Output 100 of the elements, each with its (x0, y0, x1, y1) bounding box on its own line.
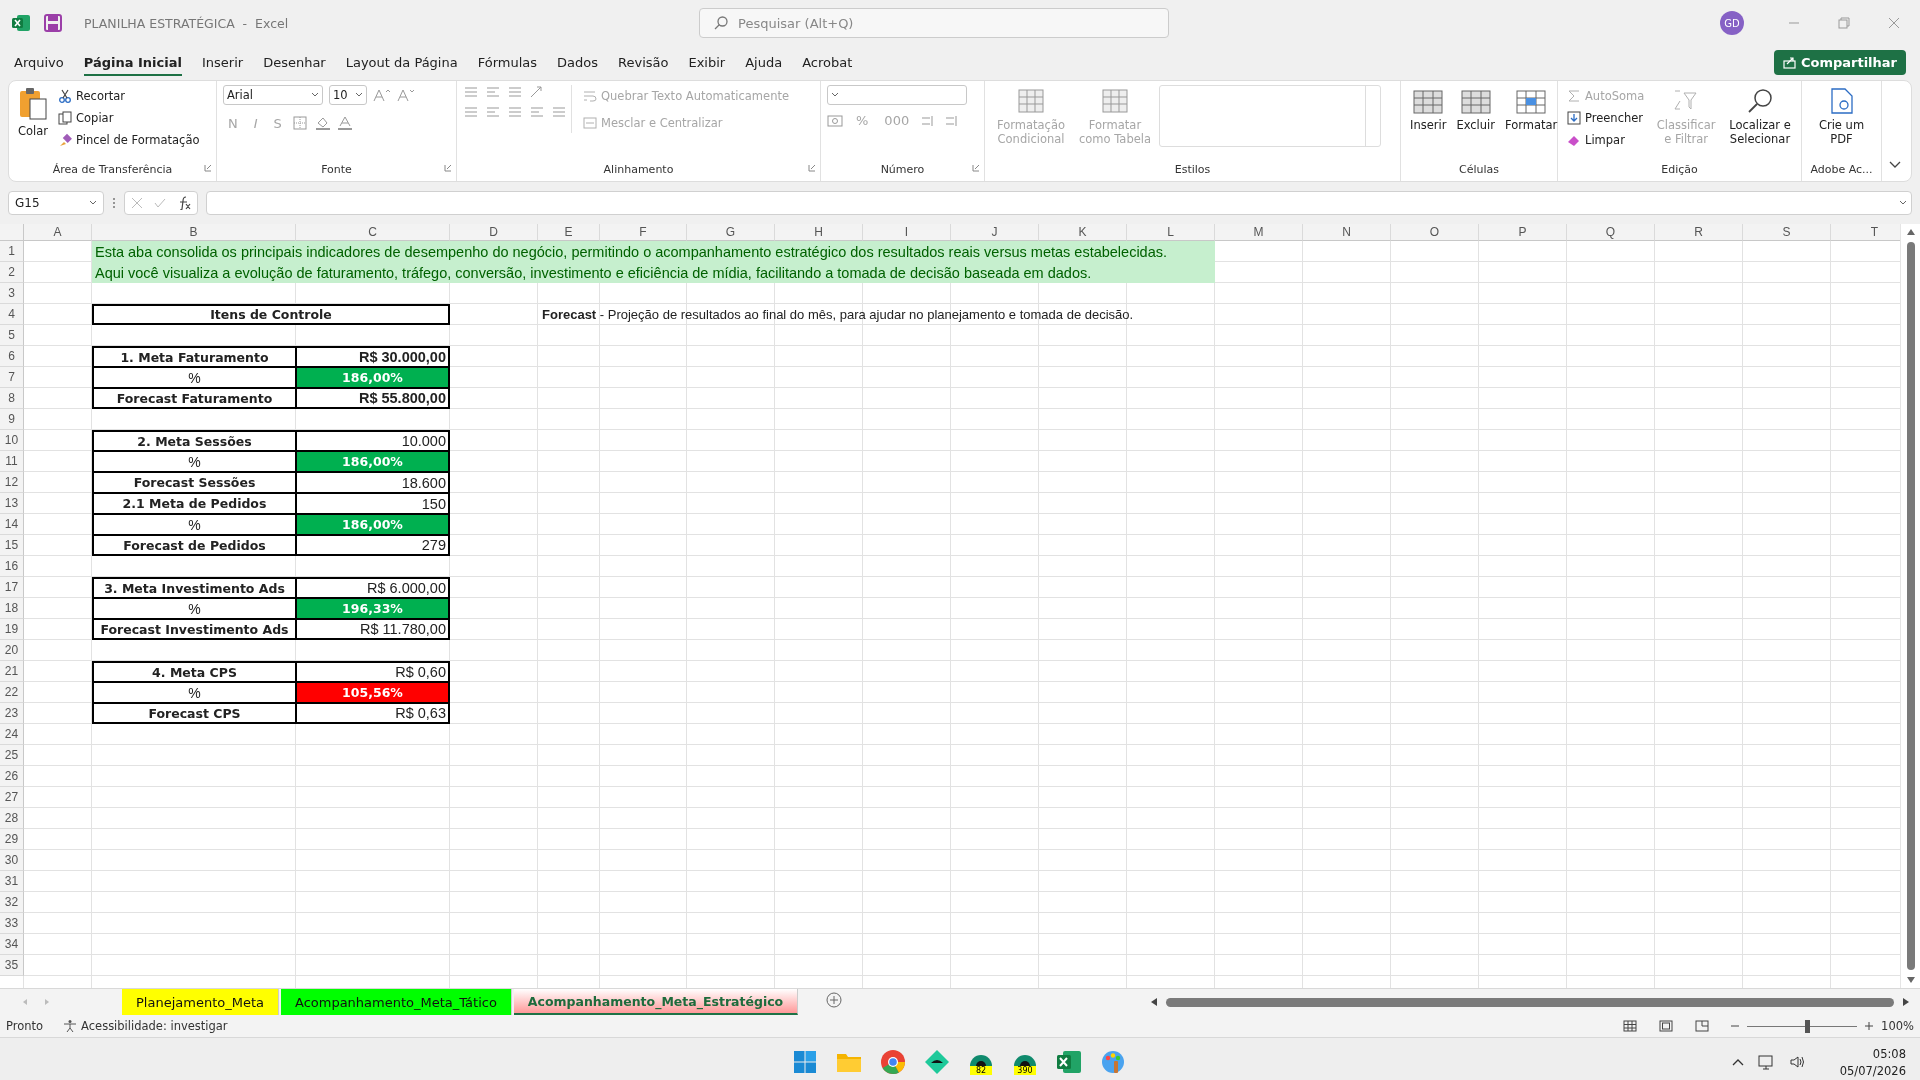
column-header[interactable]: J (951, 224, 1039, 241)
ribbon-button[interactable]: Preencher (1564, 107, 1648, 128)
share-button[interactable]: Compartilhar (1773, 49, 1906, 75)
column-header[interactable]: B (92, 224, 296, 241)
row-header[interactable]: 1 (0, 241, 24, 262)
restore-icon[interactable] (1838, 17, 1850, 29)
ribbon-button[interactable]: Formatar (1502, 85, 1561, 135)
column-header[interactable]: T (1831, 224, 1900, 241)
clock[interactable]: 05:08 05/07/2026 (1839, 1046, 1906, 1078)
menu-tab[interactable]: Desenhar (255, 48, 334, 76)
ribbon-button[interactable]: Limpar (1564, 129, 1648, 150)
close-icon[interactable] (1888, 17, 1900, 29)
number-format-field[interactable] (827, 85, 967, 105)
column-header[interactable]: D (450, 224, 538, 241)
zoom-thumb[interactable] (1804, 1019, 1810, 1033)
row-header[interactable]: 29 (0, 829, 24, 850)
row-header[interactable]: 19 (0, 619, 24, 640)
function-icon[interactable] (177, 196, 192, 210)
row-header[interactable]: 8 (0, 388, 24, 409)
row-header[interactable]: 22 (0, 682, 24, 703)
dialog-launcher-icon[interactable] (444, 164, 452, 172)
column-header[interactable]: P (1479, 224, 1567, 241)
column-header[interactable]: O (1391, 224, 1479, 241)
sheet-tab[interactable]: Acompanhamento_Meta_Tático (280, 989, 512, 1015)
row-header[interactable]: 30 (0, 850, 24, 871)
diamond-app-icon[interactable] (924, 1049, 950, 1075)
dialog-launcher-icon[interactable] (972, 164, 980, 172)
normal-view-icon[interactable] (1623, 1020, 1638, 1032)
column-header[interactable]: Q (1567, 224, 1655, 241)
row-header[interactable]: 32 (0, 892, 24, 913)
column-header[interactable]: A (24, 224, 92, 241)
menu-tab[interactable]: Dados (549, 48, 606, 76)
row-header[interactable]: 33 (0, 913, 24, 934)
browser-icon[interactable] (880, 1049, 906, 1075)
ribbon-button[interactable]: Crie um PDF (1808, 85, 1875, 149)
row-header[interactable]: 7 (0, 367, 24, 388)
column-header[interactable]: F (600, 224, 687, 241)
size-field[interactable]: 10 (329, 85, 367, 105)
row-header[interactable]: 20 (0, 640, 24, 661)
row-header[interactable]: 24 (0, 724, 24, 745)
ribbon-button[interactable]: Recortar (55, 85, 203, 106)
ribbon-button[interactable]: Pincel de Formatação (55, 129, 203, 150)
row-header[interactable]: 17 (0, 577, 24, 598)
row-header[interactable]: 34 (0, 934, 24, 955)
menu-tab[interactable]: Fórmulas (469, 48, 546, 76)
menu-tab[interactable]: Exibir (680, 48, 734, 76)
menu-tab[interactable]: Arquivo (6, 48, 72, 76)
volume-icon[interactable] (1789, 1055, 1806, 1069)
formula-field[interactable] (206, 191, 1912, 215)
row-header[interactable]: 3 (0, 283, 24, 304)
column-header[interactable]: I (863, 224, 951, 241)
row-header[interactable]: 5 (0, 325, 24, 346)
scrollbar-thumb[interactable] (1166, 997, 1894, 1007)
menu-tab[interactable]: Ajuda (737, 48, 791, 76)
windows-icon[interactable] (793, 1050, 817, 1074)
row-header[interactable]: 12 (0, 472, 24, 493)
column-header[interactable]: G (687, 224, 775, 241)
row-header[interactable]: 2 (0, 262, 24, 283)
row-header[interactable]: 4 (0, 304, 24, 325)
ribbon-button[interactable]: Excluir (1453, 85, 1498, 135)
column-header[interactable]: K (1039, 224, 1127, 241)
row-header[interactable]: 23 (0, 703, 24, 724)
scroll-left-icon[interactable] (1150, 997, 1158, 1007)
ribbon-button[interactable]: Localizar e Selecionar (1725, 85, 1795, 149)
ribbon-button[interactable]: Colar (15, 85, 52, 141)
check-icon[interactable] (154, 197, 166, 209)
row-header[interactable]: 25 (0, 745, 24, 766)
zoom-in-icon[interactable] (1865, 1022, 1874, 1030)
menu-tab[interactable]: Revisão (610, 48, 677, 76)
column-header[interactable]: M (1215, 224, 1303, 241)
sheet-tab[interactable]: Planejamento_Meta (122, 989, 279, 1015)
name-box[interactable]: G15 (8, 191, 104, 215)
add-sheet-icon[interactable] (826, 992, 843, 1008)
row-header[interactable]: 26 (0, 766, 24, 787)
excel-icon[interactable] (1056, 1050, 1082, 1074)
menu-tab[interactable]: Acrobat (794, 48, 861, 76)
dialog-launcher-icon[interactable] (808, 164, 816, 172)
collapse-ribbon-icon[interactable] (1889, 161, 1901, 169)
row-header[interactable]: 35 (0, 955, 24, 976)
user-avatar[interactable]: GD (1720, 11, 1744, 35)
row-header[interactable]: 31 (0, 871, 24, 892)
column-header[interactable]: R (1655, 224, 1743, 241)
scroll-down-icon[interactable] (1905, 976, 1916, 984)
chevron-up-icon[interactable] (1731, 1058, 1744, 1066)
row-header[interactable]: 21 (0, 661, 24, 682)
row-header[interactable]: 10 (0, 430, 24, 451)
row-header[interactable]: 14 (0, 514, 24, 535)
column-header[interactable]: S (1743, 224, 1831, 241)
sheet-tab[interactable]: Acompanhamento_Meta_Estratégico (513, 989, 799, 1015)
menu-tab[interactable]: Inserir (194, 48, 252, 76)
row-header[interactable]: 28 (0, 808, 24, 829)
row-header[interactable]: 11 (0, 451, 24, 472)
column-header[interactable]: N (1303, 224, 1391, 241)
save-icon[interactable] (44, 14, 62, 32)
scrollbar-thumb[interactable] (1906, 242, 1915, 970)
row-header[interactable]: 9 (0, 409, 24, 430)
row-header[interactable]: 18 (0, 598, 24, 619)
row-header[interactable]: 16 (0, 556, 24, 577)
row-header[interactable]: 6 (0, 346, 24, 367)
row-header[interactable]: 27 (0, 787, 24, 808)
